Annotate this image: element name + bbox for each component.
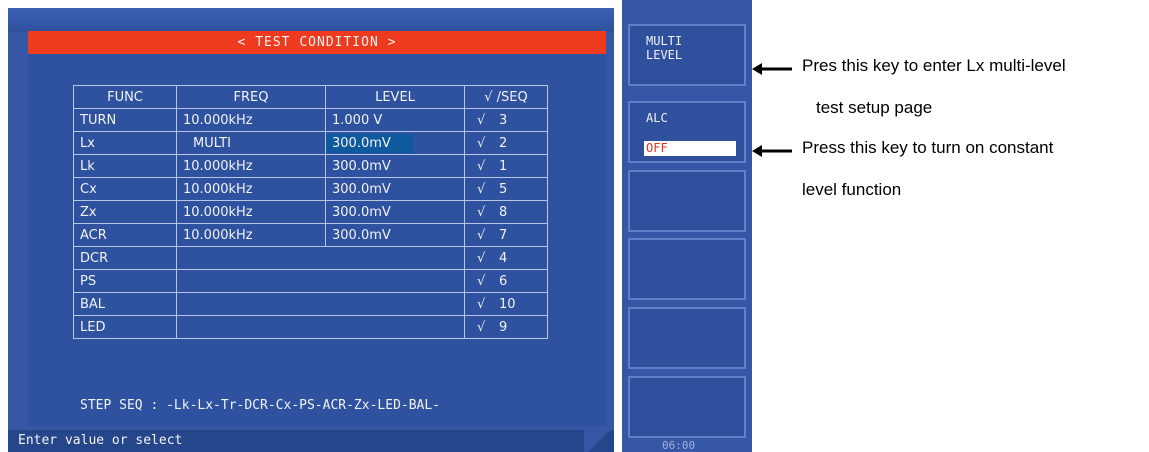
alc-note-cont: level function: [802, 180, 902, 199]
freq-cell[interactable]: MULTI: [176, 131, 326, 155]
check-mark: √: [477, 250, 486, 266]
selected-level-value[interactable]: 300.0mV: [326, 133, 413, 153]
freq-cell[interactable]: 10.000kHz: [176, 223, 326, 247]
table-row[interactable]: Lk 10.000kHz 300.0mV √ 1: [73, 154, 548, 178]
level-cell[interactable]: 300.0mV: [325, 223, 465, 247]
softkey-5[interactable]: [628, 307, 746, 369]
check-mark: √: [477, 227, 486, 243]
seq-number: 3: [499, 112, 508, 128]
header-freq: FREQ: [176, 85, 326, 109]
freq-cell[interactable]: 10.000kHz: [176, 200, 326, 224]
seq-cell[interactable]: √ 9: [464, 315, 548, 339]
seq-number: 1: [499, 158, 508, 174]
empty-cell: [176, 315, 465, 339]
seq-cell[interactable]: √ 6: [464, 269, 548, 293]
seq-number: 10: [499, 296, 516, 312]
status-bar-notch: [584, 430, 614, 452]
check-mark: √: [477, 112, 486, 128]
alc-note: Press this key to turn on constant: [802, 138, 1054, 157]
seq-number: 8: [499, 204, 508, 220]
func-cell[interactable]: LED: [73, 315, 177, 339]
table-row[interactable]: TURN 10.000kHz 1.000 V √ 3: [73, 108, 548, 132]
table-row[interactable]: Cx 10.000kHz 300.0mV √ 5: [73, 177, 548, 201]
func-cell[interactable]: TURN: [73, 108, 177, 132]
table-header-row: FUNC FREQ LEVEL √ /SEQ: [73, 85, 548, 109]
level-cell[interactable]: 300.0mV: [325, 154, 465, 178]
seq-cell[interactable]: √ 2: [464, 131, 548, 155]
table-row[interactable]: Lx MULTI 300.0mV √ 2: [73, 131, 548, 155]
freq-cell[interactable]: 10.000kHz: [176, 108, 326, 132]
screen-top-bezel: [8, 8, 614, 32]
clock: 06:00: [662, 439, 696, 452]
seq-cell[interactable]: √ 7: [464, 223, 548, 247]
check-mark: √: [477, 204, 486, 220]
seq-number: 2: [499, 135, 508, 151]
check-mark: √: [477, 319, 486, 335]
func-cell[interactable]: BAL: [73, 292, 177, 316]
freq-cell[interactable]: 10.000kHz: [176, 154, 326, 178]
seq-number: 7: [499, 227, 508, 243]
func-cell[interactable]: Lx: [73, 131, 177, 155]
header-func: FUNC: [73, 85, 177, 109]
table-row[interactable]: DCR √ 4: [73, 246, 548, 270]
check-mark: √: [477, 158, 486, 174]
alc-label: ALC: [646, 111, 668, 125]
check-mark: √: [477, 181, 486, 197]
func-cell[interactable]: Lk: [73, 154, 177, 178]
level-cell-selected[interactable]: 300.0mV: [325, 131, 465, 155]
table-row[interactable]: LED √ 9: [73, 315, 548, 339]
func-cell[interactable]: Zx: [73, 200, 177, 224]
func-cell[interactable]: DCR: [73, 246, 177, 270]
seq-cell[interactable]: √ 5: [464, 177, 548, 201]
arrow-left-icon: [752, 145, 792, 157]
softkey-4[interactable]: [628, 238, 746, 300]
table-row[interactable]: PS √ 6: [73, 269, 548, 293]
seq-number: 9: [499, 319, 508, 335]
seq-cell[interactable]: √ 3: [464, 108, 548, 132]
status-bar: Enter value or select: [8, 430, 614, 452]
level-cell[interactable]: 300.0mV: [325, 177, 465, 201]
seq-cell[interactable]: √ 10: [464, 292, 548, 316]
seq-cell[interactable]: √ 8: [464, 200, 548, 224]
alc-value: OFF: [644, 141, 736, 156]
freq-cell[interactable]: 10.000kHz: [176, 177, 326, 201]
multi-level-button[interactable]: MULTI LEVEL: [628, 24, 746, 86]
multi-level-note-cont: test setup page: [816, 98, 933, 117]
seq-number: 4: [499, 250, 508, 266]
seq-number: 5: [499, 181, 508, 197]
check-mark: √: [477, 273, 486, 289]
seq-cell[interactable]: √ 1: [464, 154, 548, 178]
func-cell[interactable]: PS: [73, 269, 177, 293]
softkey-panel: MULTI LEVEL ALC OFF 06:00: [622, 0, 752, 452]
multi-level-label: MULTI LEVEL: [646, 34, 683, 62]
softkey-3[interactable]: [628, 170, 746, 232]
status-text: Enter value or select: [18, 433, 183, 448]
softkey-6[interactable]: [628, 376, 746, 438]
table-row[interactable]: ACR 10.000kHz 300.0mV √ 7: [73, 223, 548, 247]
multi-level-note: Pres this key to enter Lx multi-level: [802, 56, 1066, 75]
header-level: LEVEL: [325, 85, 465, 109]
table-row[interactable]: Zx 10.000kHz 300.0mV √ 8: [73, 200, 548, 224]
check-mark: √: [477, 135, 486, 151]
empty-cell: [176, 292, 465, 316]
page-title: < TEST CONDITION >: [28, 31, 606, 54]
header-seq: √ /SEQ: [464, 85, 548, 109]
arrow-left-icon: [752, 63, 792, 75]
alc-button[interactable]: ALC OFF: [628, 101, 746, 163]
level-cell[interactable]: 300.0mV: [325, 200, 465, 224]
step-sequence: STEP SEQ : -Lk-Lx-Tr-DCR-Cx-PS-ACR-Zx-LE…: [80, 398, 441, 413]
seq-number: 6: [499, 273, 508, 289]
level-cell[interactable]: 1.000 V: [325, 108, 465, 132]
func-cell[interactable]: ACR: [73, 223, 177, 247]
test-condition-table: FUNC FREQ LEVEL √ /SEQ TURN 10.000kHz 1.…: [73, 85, 548, 339]
table-row[interactable]: BAL √ 10: [73, 292, 548, 316]
func-cell[interactable]: Cx: [73, 177, 177, 201]
seq-cell[interactable]: √ 4: [464, 246, 548, 270]
empty-cell: [176, 246, 465, 270]
check-mark: √: [477, 296, 486, 312]
empty-cell: [176, 269, 465, 293]
